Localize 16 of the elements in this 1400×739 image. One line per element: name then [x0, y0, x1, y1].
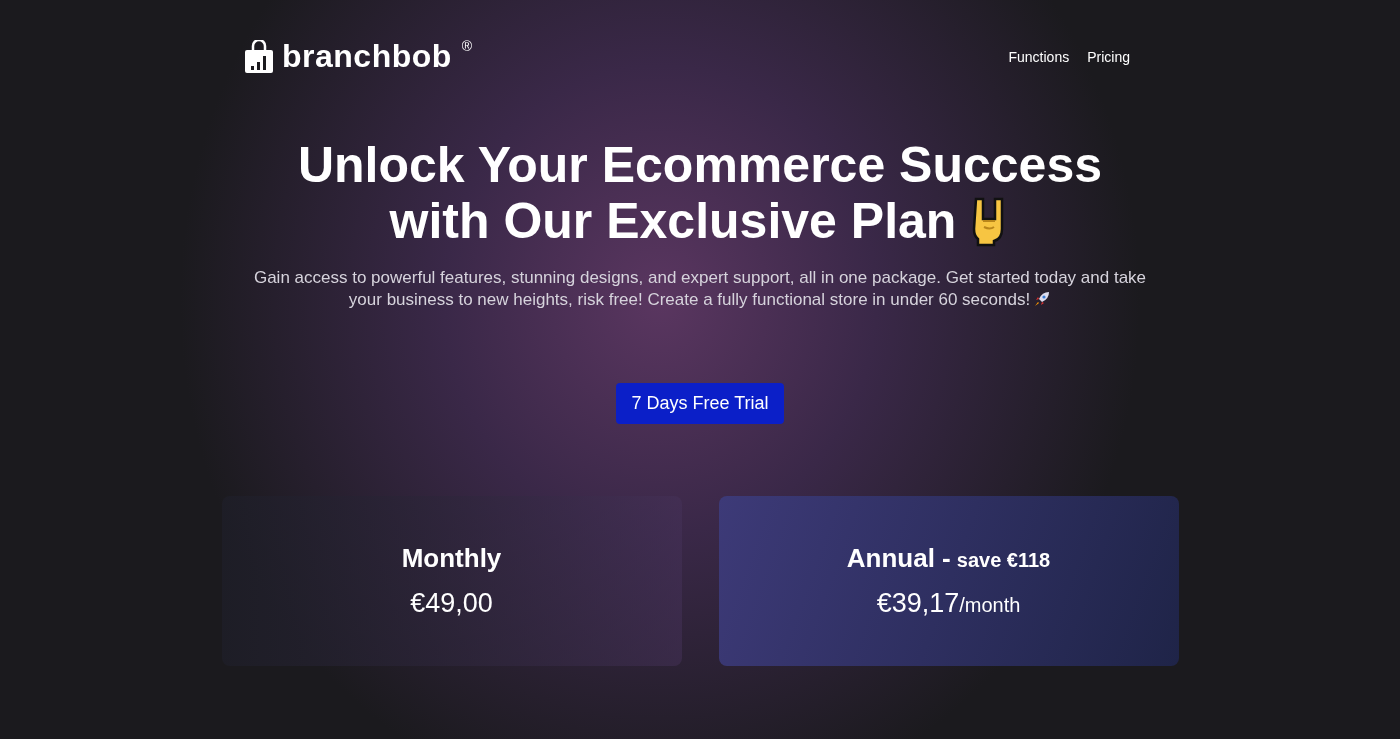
shopping-bag-icon: [244, 39, 274, 74]
nav-link[interactable]: Functions: [1008, 48, 1070, 65]
plan-name: Monthly: [401, 543, 502, 574]
registered-mark: ®: [461, 38, 473, 54]
hero-title: with Our Exclusive Plan: [389, 193, 957, 249]
plan-price: €39,17/month: [876, 588, 1021, 619]
rocket-icon: [1033, 290, 1052, 308]
plan-name: Annual - save €118: [846, 543, 1051, 574]
hero-title: Unlock Your Ecommerce Success: [297, 137, 1103, 193]
plan-card[interactable]: Annual - save €118 €39,17/month: [718, 496, 1179, 666]
nav-link[interactable]: Pricing: [1087, 48, 1130, 65]
free-trial-button[interactable]: 7 Days Free Trial: [616, 383, 784, 424]
plan-card[interactable]: Monthly €49,00: [221, 496, 682, 666]
brand-name[interactable]: branchbob: [282, 38, 452, 75]
hero-subtitle: Gain access to powerful features, stunning designs, and expert support, all in one package. Get started today and take your business to new heights, risk free! Create a fully functional store in under 60 seconds!: [252, 267, 1148, 311]
plan-price: €49,00: [410, 588, 493, 619]
